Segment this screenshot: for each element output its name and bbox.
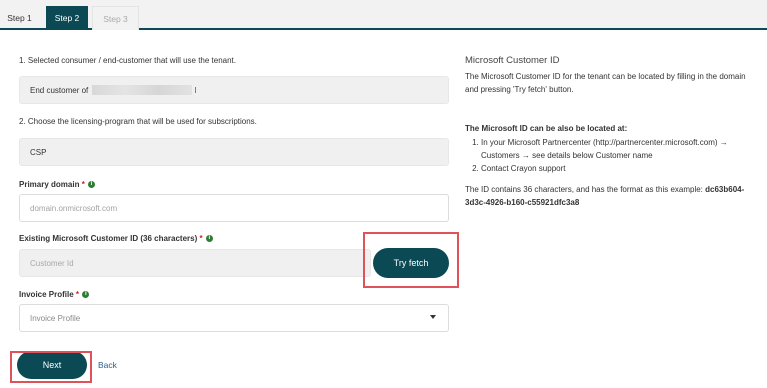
format-text: The ID contains 36 characters, and has t… (465, 185, 703, 194)
redacted-name-block (92, 85, 193, 95)
primary-domain-label: Primary domain * i (19, 180, 96, 189)
tab-step-2[interactable]: Step 2 (46, 6, 88, 30)
required-mark: * (81, 180, 85, 189)
tab-step-3[interactable]: Step 3 (92, 6, 139, 30)
info-icon[interactable]: i (82, 291, 90, 299)
customer-id-input[interactable]: Customer Id (19, 249, 371, 277)
sidebar-title: Microsoft Customer ID (465, 55, 560, 66)
invoice-profile-label: Invoice Profile * i (19, 290, 90, 299)
invoice-profile-label-text: Invoice Profile (19, 290, 74, 299)
invoice-profile-select[interactable]: Invoice Profile (19, 304, 449, 332)
try-fetch-button[interactable]: Try fetch (373, 248, 449, 278)
list-item: Contact Crayon support (481, 162, 761, 175)
step-tabbar: Step 1 Step 2 Step 3 (0, 0, 767, 30)
program-value: CSP (30, 147, 47, 157)
customer-id-placeholder: Customer Id (30, 258, 74, 268)
chevron-down-icon (430, 315, 436, 319)
list-item: In your Microsoft Partnercenter (http://… (481, 136, 761, 162)
invoice-profile-placeholder: Invoice Profile (30, 313, 81, 323)
required-mark: * (75, 290, 80, 299)
primary-domain-placeholder: domain.onmicrosoft.com (30, 203, 118, 213)
sidebar-located-heading: The Microsoft ID can be also be located … (465, 124, 628, 133)
primary-domain-label-text: Primary domain (19, 180, 80, 189)
consumer-value: End customer of (30, 85, 89, 95)
next-button[interactable]: Next (17, 351, 87, 379)
section1-label: 1. Selected consumer / end-customer that… (19, 56, 237, 65)
sidebar-format-note: The ID contains 36 characters, and has t… (465, 183, 761, 209)
required-mark: * (199, 234, 203, 243)
program-field: CSP (19, 138, 449, 166)
info-icon[interactable]: i (88, 181, 96, 189)
section2-label: 2. Choose the licensing-program that wil… (19, 117, 257, 126)
consumer-value-end: I (194, 85, 197, 95)
primary-domain-input[interactable]: domain.onmicrosoft.com (19, 194, 449, 222)
tab-step-1[interactable]: Step 1 (0, 6, 39, 30)
sidebar-intro: The Microsoft Customer ID for the tenant… (465, 72, 746, 94)
customer-id-label: Existing Microsoft Customer ID (36 chara… (19, 234, 213, 243)
sidebar-located-list: In your Microsoft Partnercenter (http://… (465, 136, 761, 175)
consumer-field: End customer of I (19, 76, 449, 104)
back-link[interactable]: Back (98, 360, 117, 370)
info-icon[interactable]: i (205, 235, 213, 243)
customer-id-label-text: Existing Microsoft Customer ID (36 chara… (19, 234, 198, 243)
